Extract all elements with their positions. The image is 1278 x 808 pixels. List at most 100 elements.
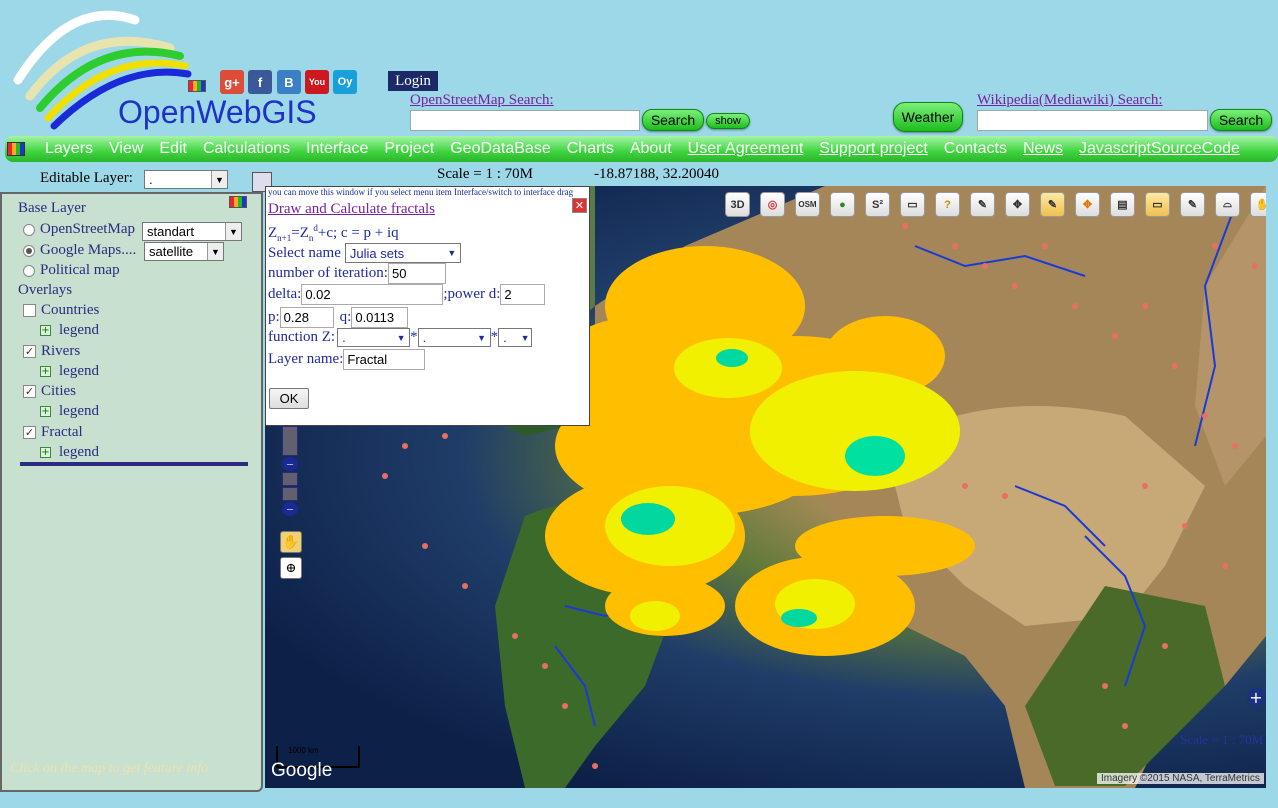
p-input[interactable]: 0.28 xyxy=(279,307,334,328)
expand-plus-icon[interactable]: + xyxy=(40,325,51,336)
function-row: function Z: . ▼ * . ▼ * . ▼ xyxy=(268,328,533,347)
expand-plus-icon[interactable]: + xyxy=(40,406,51,417)
countries-checkbox[interactable] xyxy=(23,304,36,317)
base-layer-osm[interactable]: OpenStreetMap xyxy=(23,221,135,238)
cities-legend[interactable]: + legend xyxy=(40,403,99,420)
hand-pan-icon[interactable]: ✋ xyxy=(280,531,302,553)
base-layer-political[interactable]: Political map xyxy=(23,262,120,279)
menu-geodatabase[interactable]: GeoDataBase xyxy=(442,140,559,158)
polygon-icon[interactable]: ⌓ xyxy=(1215,192,1240,217)
zoom-box-icon[interactable]: ⊕ xyxy=(280,557,302,579)
delta-input[interactable]: 0.02 xyxy=(301,284,444,305)
chevron-down-icon: ▼ xyxy=(447,248,457,258)
menu-calculations[interactable]: Calculations xyxy=(195,140,298,158)
menu-edit[interactable]: Edit xyxy=(151,140,195,158)
menu-charts[interactable]: Charts xyxy=(559,140,622,158)
base-layer-google[interactable]: Google Maps.... xyxy=(23,242,136,259)
overlay-countries[interactable]: Countries xyxy=(23,302,99,319)
rectangle-icon[interactable]: ▭ xyxy=(1145,192,1170,217)
s2-icon[interactable]: S² xyxy=(865,192,890,217)
fractal-legend[interactable]: + legend xyxy=(40,444,99,461)
wiki-search-label[interactable]: Wikipedia(Mediawiki) Search: xyxy=(977,92,1163,109)
menu-news[interactable]: News xyxy=(1015,140,1071,158)
pq-row: p: 0.28 q: 0.0113 xyxy=(268,307,409,328)
blogger-icon[interactable]: B xyxy=(277,70,301,94)
dialog-title[interactable]: Draw and Calculate fractals xyxy=(268,201,435,218)
function-select-2[interactable]: . ▼ xyxy=(417,328,491,347)
layer-name-input[interactable]: Fractal xyxy=(343,349,426,370)
osm-search-label[interactable]: OpenStreetMap Search: xyxy=(410,92,554,109)
menu-support-project[interactable]: Support project xyxy=(811,140,936,158)
overlay-fractal[interactable]: ✓ Fractal xyxy=(23,424,83,441)
globe-icon[interactable]: ● xyxy=(830,192,855,217)
editable-layer-value: . xyxy=(149,172,153,187)
oy-icon[interactable]: Oy xyxy=(333,70,357,94)
zoom-out-icon[interactable]: – xyxy=(282,502,298,516)
osm-radio[interactable] xyxy=(23,223,35,236)
zoom-handle[interactable]: – xyxy=(282,457,298,471)
weather-button[interactable]: Weather xyxy=(893,102,963,132)
3d-icon[interactable]: 3D xyxy=(725,192,750,217)
language-flag-icon[interactable] xyxy=(188,80,206,92)
facebook-icon[interactable]: f xyxy=(248,70,272,94)
osm-icon[interactable]: OSM xyxy=(795,192,820,217)
menu-layers[interactable]: Layers xyxy=(37,140,101,158)
menu-contacts[interactable]: Contacts xyxy=(936,140,1015,158)
panel-color-icon[interactable] xyxy=(229,196,247,208)
menu-project[interactable]: Project xyxy=(376,140,442,158)
countries-legend[interactable]: + legend xyxy=(40,322,99,339)
legend-label: legend xyxy=(59,363,99,379)
rivers-checkbox[interactable]: ✓ xyxy=(23,345,36,358)
move-icon[interactable]: ✥ xyxy=(1005,192,1030,217)
close-icon[interactable]: ✕ xyxy=(572,198,587,213)
editable-layer-select[interactable]: . ▼ xyxy=(144,170,228,189)
menu-javascript-source[interactable]: JavascriptSourceCode xyxy=(1071,140,1248,158)
show-button[interactable]: show xyxy=(706,113,750,129)
edit-icon[interactable]: ✎ xyxy=(1040,192,1065,217)
cities-label: Cities xyxy=(41,383,77,399)
menu-about[interactable]: About xyxy=(622,140,680,158)
ruler-icon[interactable]: ▭ xyxy=(900,192,925,217)
cities-checkbox[interactable]: ✓ xyxy=(23,385,36,398)
info-pencil-icon[interactable]: ? xyxy=(935,192,960,217)
youtube-icon[interactable]: You xyxy=(305,70,329,94)
expand-plus-icon[interactable]: + xyxy=(1247,688,1265,707)
rivers-legend[interactable]: + legend xyxy=(40,363,99,380)
menu-interface[interactable]: Interface xyxy=(298,140,376,158)
overlay-rivers[interactable]: ✓ Rivers xyxy=(23,343,80,360)
pencil-icon[interactable]: ✎ xyxy=(970,192,995,217)
osm-search-button[interactable]: Search xyxy=(642,109,704,131)
target-icon[interactable]: ◎ xyxy=(760,192,785,217)
expand-plus-icon[interactable]: + xyxy=(40,366,51,377)
expand-plus-icon[interactable]: + xyxy=(40,447,51,458)
osm-style-select[interactable]: standart ▼ xyxy=(142,222,242,241)
political-radio[interactable] xyxy=(23,264,35,277)
google-radio[interactable] xyxy=(23,244,35,257)
delta-row: delta: 0.02 ;power d: 2 xyxy=(268,284,546,305)
draw-polygon-icon[interactable]: ✎ xyxy=(1180,192,1205,217)
zoom-slider[interactable]: – – xyxy=(282,426,300,518)
base-layer-title: Base Layer xyxy=(18,200,86,216)
wiki-search-input[interactable] xyxy=(977,110,1208,131)
osm-search-input[interactable] xyxy=(410,110,640,131)
save-icon[interactable]: ▤ xyxy=(1110,192,1135,217)
menu-toggle-icon[interactable] xyxy=(7,142,25,156)
power-input[interactable]: 2 xyxy=(500,284,546,305)
drag-icon[interactable]: ✥ xyxy=(1075,192,1100,217)
iterations-input[interactable]: 50 xyxy=(387,263,446,284)
wiki-search-button[interactable]: Search xyxy=(1210,109,1272,131)
login-button[interactable]: Login xyxy=(388,71,438,91)
google-plus-icon[interactable]: g+ xyxy=(220,70,244,94)
hand-icon[interactable]: ✋ xyxy=(1250,192,1266,217)
ok-button[interactable]: OK xyxy=(269,388,309,409)
function-select-1[interactable]: . ▼ xyxy=(337,328,411,347)
function-select-3[interactable]: . ▼ xyxy=(498,328,533,347)
overlay-cities[interactable]: ✓ Cities xyxy=(23,383,76,400)
chevron-down-icon: ▼ xyxy=(396,332,406,343)
q-input[interactable]: 0.0113 xyxy=(351,307,409,328)
google-style-select[interactable]: satellite ▼ xyxy=(144,242,224,261)
fractal-name-select[interactable]: Julia sets ▼ xyxy=(344,243,461,263)
menu-view[interactable]: View xyxy=(101,140,151,158)
fractal-checkbox[interactable]: ✓ xyxy=(23,426,36,439)
menu-user-agreement[interactable]: User Agreement xyxy=(680,140,812,158)
